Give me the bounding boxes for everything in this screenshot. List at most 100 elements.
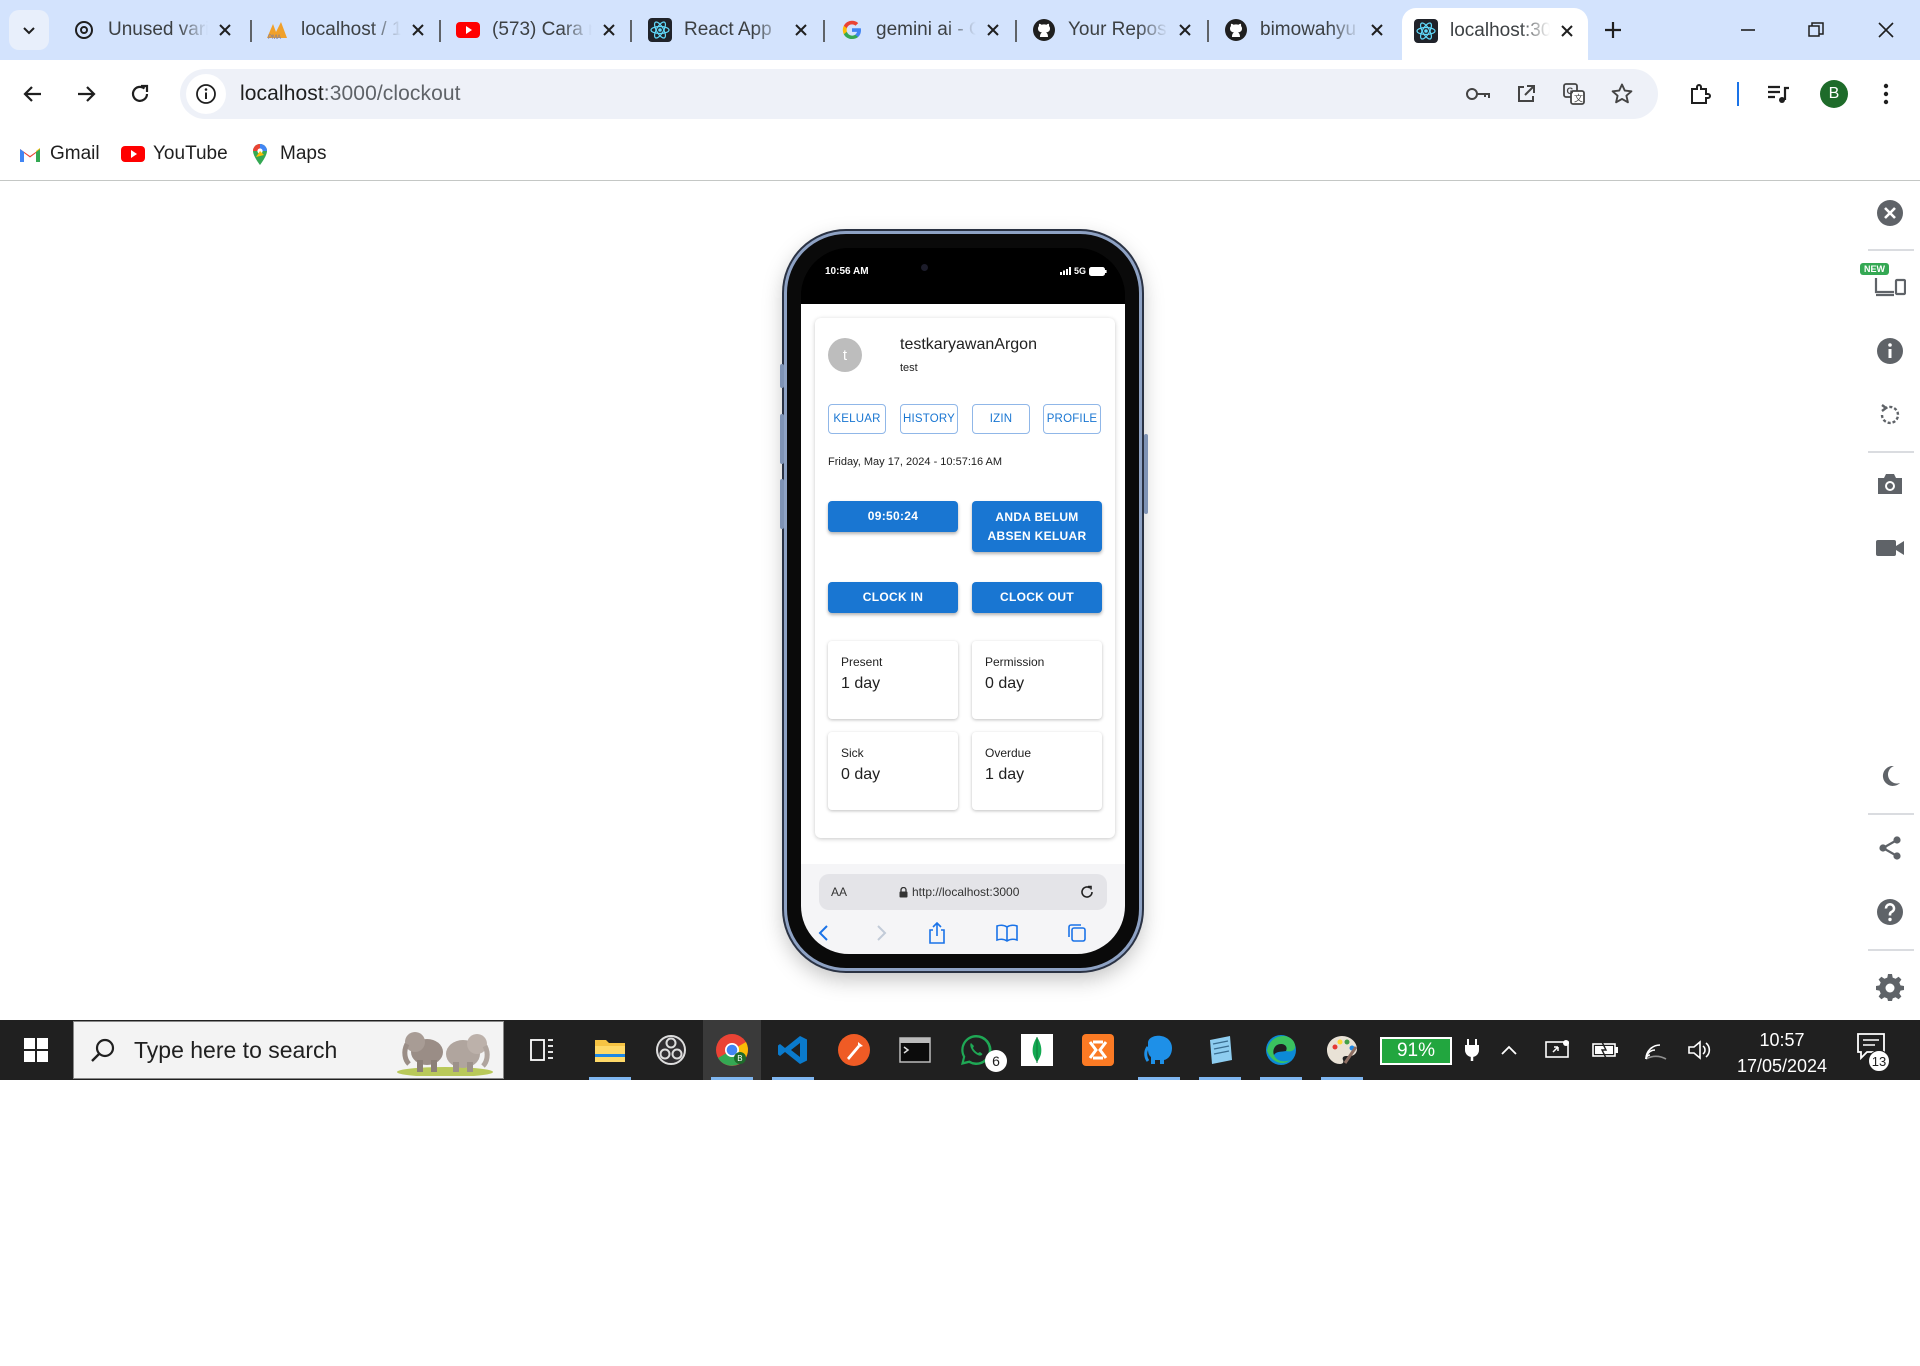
close-icon[interactable] bbox=[216, 21, 234, 39]
start-button[interactable] bbox=[0, 1020, 72, 1080]
bookmark-maps[interactable]: Maps bbox=[248, 138, 326, 170]
tab-phpmyadmin[interactable]: PMA localhost / 127.0.0.1 bbox=[253, 10, 439, 50]
safari-forward-button[interactable] bbox=[868, 920, 894, 946]
obs-button[interactable] bbox=[642, 1020, 700, 1080]
task-view-button[interactable] bbox=[513, 1020, 571, 1080]
help-button[interactable] bbox=[1873, 895, 1907, 929]
tab-github-repositories[interactable]: Your Repositories bbox=[1020, 10, 1206, 50]
taskbar-clock[interactable]: 10:57 17/05/2024 bbox=[1730, 1027, 1834, 1079]
pgadmin-button[interactable] bbox=[1130, 1020, 1188, 1080]
safari-share-button[interactable] bbox=[924, 920, 950, 946]
bookmark-youtube[interactable]: YouTube bbox=[121, 138, 228, 170]
phone-volume-down bbox=[780, 479, 784, 529]
phone-volume-up bbox=[780, 414, 784, 464]
extensions-button[interactable] bbox=[1680, 74, 1720, 114]
tab-unused-variable[interactable]: Unused variable bbox=[60, 10, 246, 50]
device-mode-button[interactable] bbox=[1873, 266, 1907, 300]
close-icon[interactable] bbox=[1558, 22, 1576, 40]
stat-overdue: Overdue 1 day bbox=[972, 732, 1102, 810]
close-icon[interactable] bbox=[792, 21, 810, 39]
info-button[interactable] bbox=[1873, 334, 1907, 368]
safari-address-bar[interactable]: AA http://localhost:3000 bbox=[819, 874, 1107, 910]
terminal-button[interactable] bbox=[886, 1020, 944, 1080]
close-icon[interactable] bbox=[409, 21, 427, 39]
tab-search-button[interactable] bbox=[9, 10, 49, 50]
new-tab-button[interactable] bbox=[1595, 12, 1631, 48]
tab-react-app[interactable]: React App bbox=[636, 10, 822, 50]
reader-aa-button[interactable]: AA bbox=[831, 885, 847, 899]
phpmyadmin-icon: PMA bbox=[265, 18, 289, 42]
address-bar[interactable]: localhost:3000/clockout G文 bbox=[180, 69, 1658, 119]
safari-reload-button[interactable] bbox=[1077, 882, 1097, 902]
phone-power-button bbox=[1144, 434, 1148, 514]
close-panel-button[interactable] bbox=[1873, 196, 1907, 230]
file-explorer-button[interactable] bbox=[581, 1020, 639, 1080]
book-icon bbox=[996, 924, 1018, 942]
clock-in-button[interactable]: CLOCK IN bbox=[828, 582, 958, 613]
edge-icon bbox=[1266, 1035, 1296, 1065]
media-controls-button[interactable] bbox=[1758, 74, 1798, 114]
edge-button[interactable] bbox=[1252, 1020, 1310, 1080]
chrome-menu-button[interactable] bbox=[1866, 74, 1906, 114]
reload-button[interactable] bbox=[120, 74, 160, 114]
bookmark-star-button[interactable] bbox=[1602, 74, 1642, 114]
plus-icon bbox=[1605, 22, 1621, 38]
history-button[interactable]: HISTORY bbox=[900, 404, 958, 434]
settings-button[interactable] bbox=[1873, 970, 1907, 1004]
password-manager-button[interactable] bbox=[1458, 74, 1498, 114]
tab-youtube[interactable]: (573) Cara membuat bbox=[444, 10, 630, 50]
rotate-button[interactable] bbox=[1873, 398, 1907, 432]
tray-battery-status[interactable] bbox=[1588, 1020, 1624, 1080]
minimize-button[interactable] bbox=[1714, 8, 1782, 52]
bookmark-gmail[interactable]: Gmail bbox=[18, 138, 100, 170]
paint-button[interactable] bbox=[1313, 1020, 1371, 1080]
safari-back-button[interactable] bbox=[811, 920, 837, 946]
chrome-taskbar-button[interactable]: B bbox=[703, 1020, 761, 1080]
close-icon[interactable] bbox=[984, 21, 1002, 39]
share-button[interactable] bbox=[1873, 831, 1907, 865]
back-button[interactable] bbox=[13, 74, 53, 114]
browser-toolbar: localhost:3000/clockout G文 B bbox=[0, 60, 1920, 128]
bookmark-label: YouTube bbox=[153, 143, 228, 164]
record-video-button[interactable] bbox=[1873, 531, 1907, 565]
close-icon[interactable] bbox=[1368, 21, 1386, 39]
forward-button[interactable] bbox=[66, 74, 106, 114]
open-in-app-button[interactable] bbox=[1506, 74, 1546, 114]
safari-tabs-button[interactable] bbox=[1064, 920, 1090, 946]
restore-button[interactable] bbox=[1782, 8, 1850, 52]
screenshot-button[interactable] bbox=[1873, 467, 1907, 501]
close-window-button[interactable] bbox=[1852, 8, 1920, 52]
safari-bookmarks-button[interactable] bbox=[994, 920, 1020, 946]
stat-label: Overdue bbox=[985, 746, 1032, 760]
translate-button[interactable]: G文 bbox=[1554, 74, 1594, 114]
dark-mode-button[interactable] bbox=[1873, 759, 1907, 793]
tab-github-profile[interactable]: bimowahyu bbox=[1212, 10, 1398, 50]
notes-app-button[interactable] bbox=[1191, 1020, 1249, 1080]
tab-separator bbox=[1015, 20, 1017, 42]
tab-google-search[interactable]: gemini ai - Google bbox=[828, 10, 1014, 50]
keluar-button[interactable]: KELUAR bbox=[828, 404, 886, 434]
izin-button[interactable]: IZIN bbox=[972, 404, 1030, 434]
close-icon[interactable] bbox=[1176, 21, 1194, 39]
show-hidden-icons-button[interactable] bbox=[1492, 1020, 1526, 1080]
volume-button[interactable] bbox=[1682, 1020, 1718, 1080]
tab-localhost-active[interactable]: localhost:3000 bbox=[1402, 8, 1588, 60]
profile-button[interactable]: PROFILE bbox=[1043, 404, 1101, 434]
clock-out-button[interactable]: CLOCK OUT bbox=[972, 582, 1102, 613]
vscode-button[interactable] bbox=[764, 1020, 822, 1080]
stat-value: 1 day bbox=[841, 675, 881, 692]
mongodb-compass-button[interactable] bbox=[1008, 1020, 1066, 1080]
tray-app-button[interactable] bbox=[1540, 1020, 1576, 1080]
network-button[interactable] bbox=[1638, 1020, 1674, 1080]
taskbar-search[interactable]: Type here to search bbox=[73, 1021, 504, 1079]
close-icon[interactable] bbox=[600, 21, 618, 39]
vscode-icon bbox=[778, 1036, 807, 1064]
front-camera bbox=[921, 264, 928, 271]
signal-icon bbox=[1059, 267, 1071, 275]
xampp-button[interactable] bbox=[1069, 1020, 1127, 1080]
profile-avatar[interactable]: B bbox=[1820, 80, 1848, 108]
site-info-button[interactable] bbox=[186, 74, 226, 114]
battery-indicator[interactable]: 91% bbox=[1380, 1037, 1452, 1065]
postman-button[interactable] bbox=[825, 1020, 883, 1080]
clockout-app: t testkaryawanArgon test KELUAR HISTORY … bbox=[801, 304, 1125, 864]
